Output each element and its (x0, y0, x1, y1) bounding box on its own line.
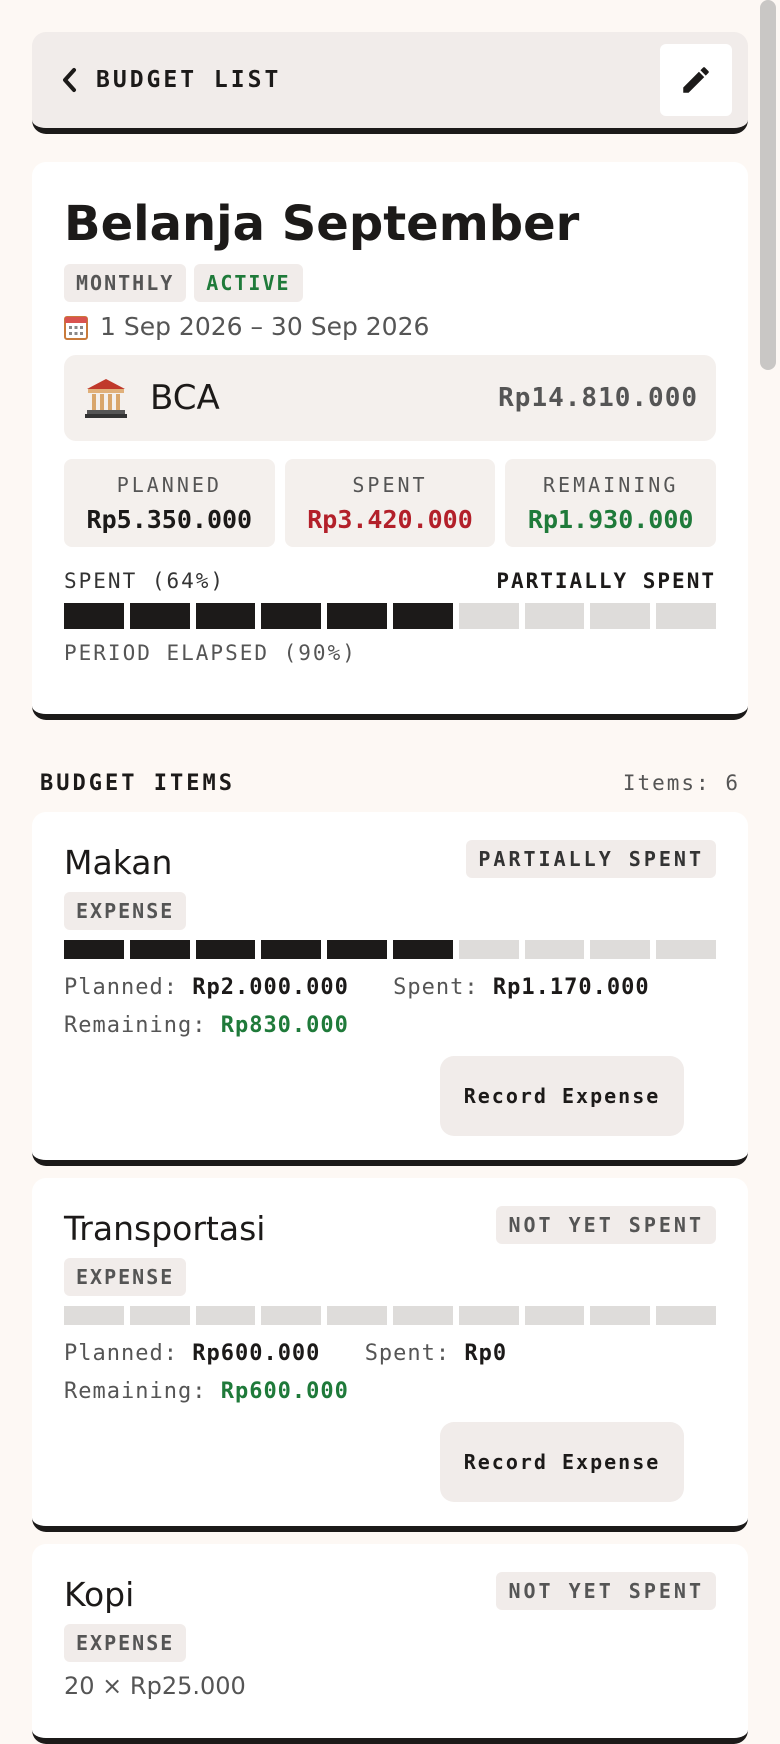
progress-segment (129, 940, 190, 959)
progress-segment (524, 1306, 585, 1325)
budget-items-heading: BUDGET ITEMS (40, 770, 235, 796)
progress-segment (392, 1306, 453, 1325)
progress-segment (590, 603, 651, 629)
progress-segment (261, 1306, 322, 1325)
budget-summary-card: Belanja September MONTHLY ACTIVE 1 Sep 2… (32, 162, 748, 720)
progress-segment (590, 1306, 651, 1325)
scrollbar[interactable] (760, 0, 776, 370)
item-type-badge: EXPENSE (64, 1258, 187, 1296)
progress-segment (392, 940, 453, 959)
planned-stat: PLANNED Rp5.350.000 (64, 459, 275, 547)
progress-segment (261, 940, 322, 959)
progress-segment (64, 940, 124, 959)
progress-segment (195, 603, 256, 629)
spent-stat: SPENT Rp3.420.000 (284, 459, 496, 547)
remaining-stat: REMAINING Rp1.930.000 (505, 459, 717, 547)
date-range: 1 Sep 2026 – 30 Sep 2026 (64, 312, 716, 341)
record-expense-button[interactable]: Record Expense (440, 1056, 684, 1136)
progress-segment (64, 603, 124, 629)
period-elapsed-label: PERIOD ELAPSED (90%) (64, 641, 357, 665)
back-label: BUDGET LIST (96, 67, 282, 93)
chevron-left-icon (63, 68, 76, 92)
edit-button[interactable] (660, 44, 732, 116)
remaining-label: REMAINING (542, 472, 679, 497)
spent-progress-bar (64, 603, 716, 629)
item-name: Makan (64, 843, 173, 882)
pencil-icon (683, 67, 709, 93)
planned-value: Rp2.000.000 (192, 975, 349, 1000)
item-type-badge: EXPENSE (64, 1624, 187, 1662)
progress-segment (195, 1306, 256, 1325)
progress-segment (458, 603, 519, 629)
progress-segment (656, 1306, 716, 1325)
item-type-badge: EXPENSE (64, 892, 187, 930)
item-progress-bar (64, 940, 716, 959)
progress-segment (327, 1306, 387, 1325)
progress-segment (327, 940, 387, 959)
item-progress-bar (64, 1306, 716, 1325)
account-name: BCA (150, 378, 220, 418)
date-range-text: 1 Sep 2026 – 30 Sep 2026 (100, 312, 430, 341)
budget-title: Belanja September (64, 196, 580, 252)
item-status-badge: PARTIALLY SPENT (466, 840, 716, 878)
item-amounts: Planned: Rp2.000.000 Spent: Rp1.170.000 … (64, 969, 716, 1045)
bank-icon (85, 379, 127, 418)
spent-percent-label: SPENT (64%) (64, 569, 226, 593)
remaining-value: Rp830.000 (220, 1013, 349, 1038)
record-expense-button[interactable]: Record Expense (440, 1422, 684, 1502)
account-balance: Rp14.810.000 (498, 383, 698, 413)
progress-segment (195, 940, 256, 959)
progress-segment (64, 1306, 124, 1325)
progress-segment (590, 940, 651, 959)
progress-segment (656, 940, 716, 959)
top-bar: BUDGET LIST (32, 32, 748, 134)
budget-item-card[interactable]: Makan PARTIALLY SPENT EXPENSE Planned: R… (32, 812, 748, 1166)
calendar-icon (64, 315, 88, 340)
progress-segment (524, 603, 585, 629)
progress-segment (392, 603, 453, 629)
progress-segment (524, 940, 585, 959)
item-status-badge: NOT YET SPENT (496, 1572, 716, 1610)
planned-value: Rp5.350.000 (86, 504, 253, 534)
item-name: Kopi (64, 1575, 135, 1614)
progress-segment (458, 940, 519, 959)
progress-segment (261, 603, 322, 629)
planned-label: Planned: (64, 1341, 178, 1366)
planned-label: PLANNED (116, 472, 222, 497)
planned-label: Planned: (64, 975, 178, 1000)
item-quantity-detail: 20 × Rp25.000 (64, 1672, 246, 1700)
remaining-value: Rp600.000 (220, 1379, 349, 1404)
planned-value: Rp600.000 (192, 1341, 321, 1366)
period-badge: MONTHLY (64, 264, 187, 302)
progress-segment (129, 1306, 190, 1325)
item-amounts: Planned: Rp600.000 Spent: Rp0 Remaining:… (64, 1335, 716, 1411)
spent-status-label: PARTIALLY SPENT (496, 569, 716, 593)
spent-value: Rp0 (464, 1341, 508, 1366)
spent-value: Rp1.170.000 (492, 975, 650, 1000)
spent-value: Rp3.420.000 (307, 504, 473, 534)
account-row: BCA Rp14.810.000 (64, 355, 716, 441)
progress-segment (327, 603, 387, 629)
status-badge: ACTIVE (194, 264, 303, 302)
item-name: Transportasi (64, 1209, 266, 1248)
progress-segment (458, 1306, 519, 1325)
budget-item-card[interactable]: Transportasi NOT YET SPENT EXPENSE Plann… (32, 1178, 748, 1532)
back-button[interactable]: BUDGET LIST (60, 67, 281, 93)
progress-segment (129, 603, 190, 629)
spent-label: Spent: (364, 1341, 451, 1366)
spent-label: Spent: (393, 975, 479, 1000)
remaining-value: Rp1.930.000 (527, 504, 694, 534)
remaining-label: Remaining: (64, 1379, 207, 1404)
item-status-badge: NOT YET SPENT (496, 1206, 716, 1244)
remaining-label: Remaining: (64, 1013, 207, 1038)
progress-segment (656, 603, 716, 629)
items-count: Items: 6 (622, 771, 740, 795)
budget-item-card[interactable]: Kopi NOT YET SPENT EXPENSE 20 × Rp25.000 (32, 1544, 748, 1744)
spent-label: SPENT (352, 472, 428, 497)
